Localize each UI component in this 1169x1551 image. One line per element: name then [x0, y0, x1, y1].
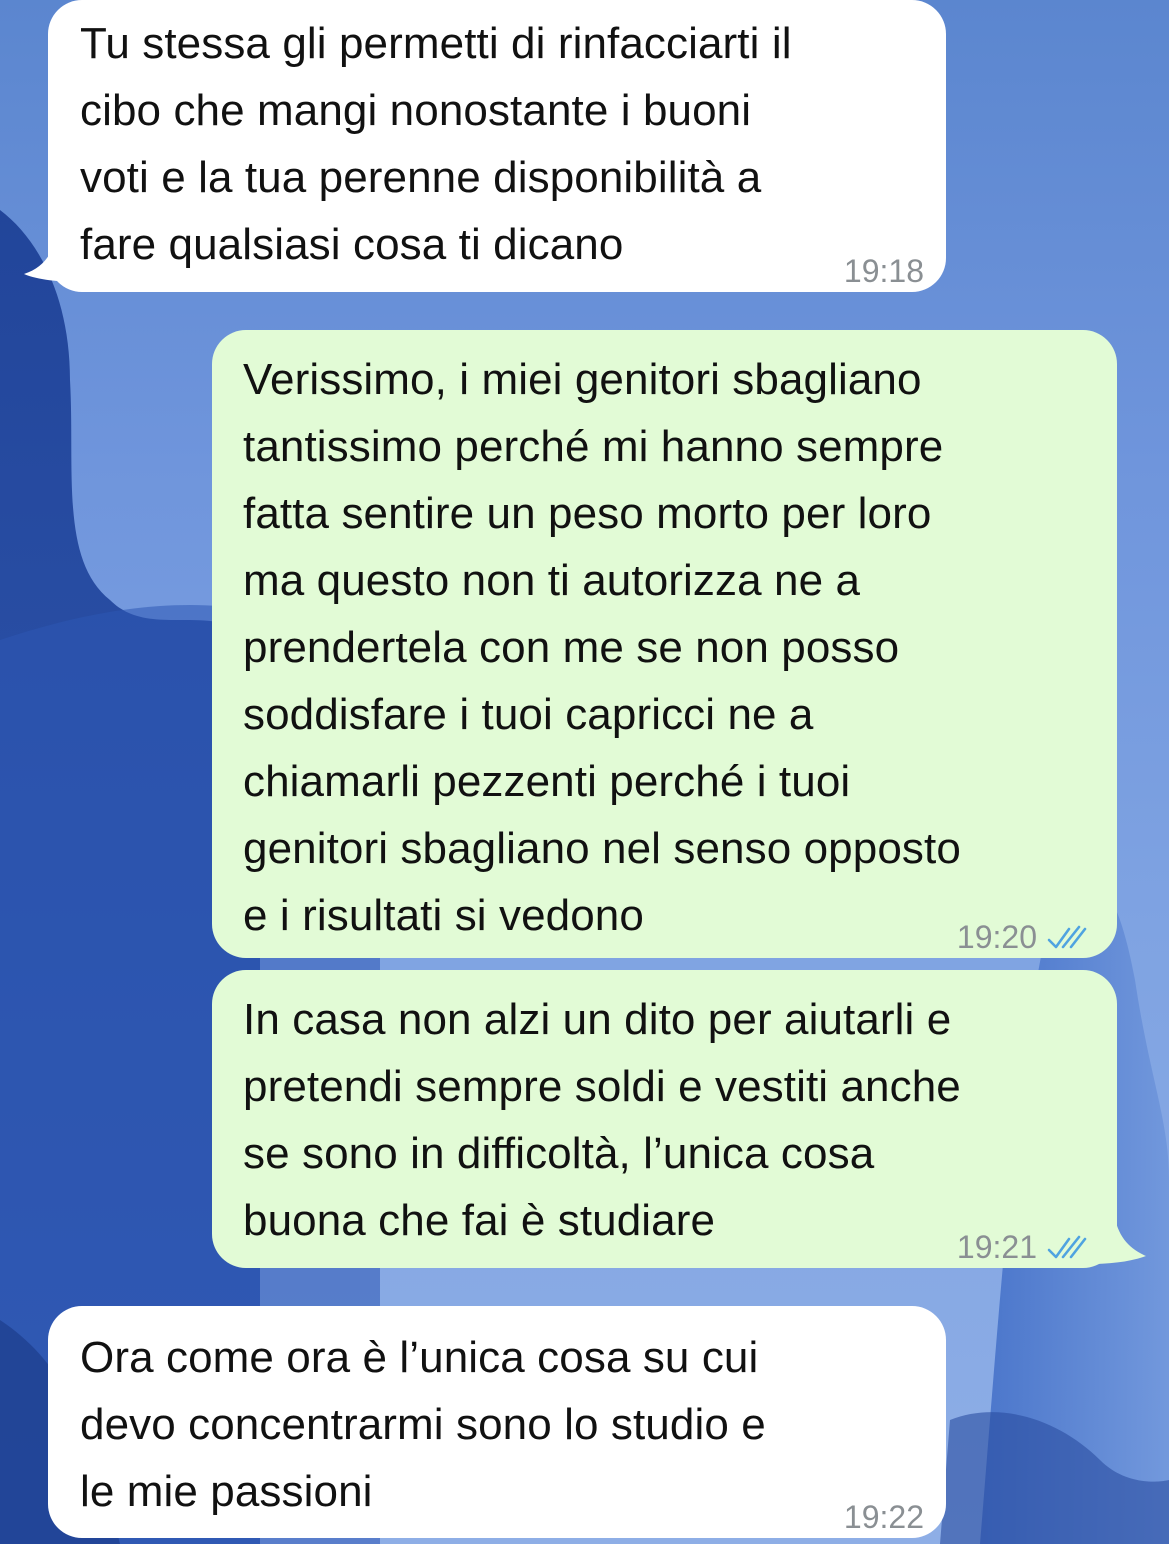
message-bubble-incoming[interactable]: Tu stessa gli permetti di rinfacciarti i…	[48, 0, 946, 292]
message-text: Tu stessa gli permetti di rinfacciarti i…	[80, 19, 792, 269]
message-bubble-incoming[interactable]: Ora come ora è l’unica cosa su cui devo …	[48, 1306, 946, 1538]
message-meta: 19:21	[957, 1214, 1087, 1281]
message-bubble-outgoing[interactable]: Verissimo, i miei genitori sbagliano tan…	[212, 330, 1117, 958]
message-text: In casa non alzi un dito per aiutarli e …	[243, 995, 961, 1245]
message-meta: 19:22	[844, 1484, 924, 1551]
message-timestamp: 19:20	[956, 919, 1037, 955]
message-text: Verissimo, i miei genitori sbagliano tan…	[243, 355, 961, 940]
double-check-icon	[1047, 925, 1087, 948]
message-meta: 19:20	[957, 904, 1087, 971]
message-meta: 19:18	[844, 238, 924, 305]
outgoing-bubble-tail	[1090, 1214, 1146, 1264]
message-timestamp: 19:22	[843, 1499, 924, 1535]
message-timestamp: 19:21	[956, 1229, 1037, 1265]
message-timestamp: 19:18	[843, 253, 924, 289]
double-check-icon	[1047, 1235, 1087, 1258]
message-text: Ora come ora è l’unica cosa su cui devo …	[80, 1333, 766, 1516]
message-bubble-outgoing[interactable]: In casa non alzi un dito per aiutarli e …	[212, 970, 1117, 1268]
